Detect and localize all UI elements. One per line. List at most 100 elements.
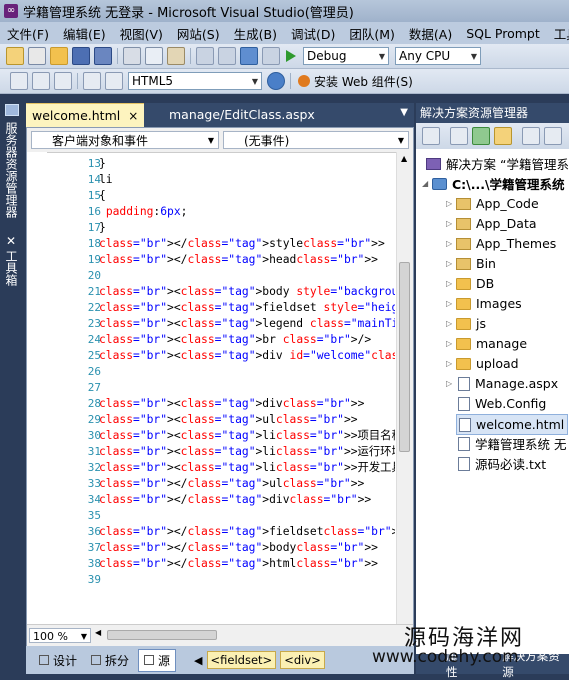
- menu-team[interactable]: 团队(M): [342, 24, 402, 43]
- server-explorer-tab[interactable]: 服务器资源管理器: [3, 122, 20, 218]
- collapsed-icon[interactable]: ▷: [446, 379, 456, 388]
- tree-item[interactable]: ▷ App_Code: [446, 194, 539, 213]
- tree-item[interactable]: ▷ Manage.aspx: [446, 374, 558, 393]
- indent-icon[interactable]: [32, 72, 50, 90]
- save-icon[interactable]: [72, 47, 90, 65]
- collapsed-icon[interactable]: ▷: [446, 299, 456, 308]
- zoom-select[interactable]: 100 % ▼: [29, 628, 91, 643]
- split-view-button[interactable]: 拆分: [86, 650, 134, 671]
- tree-item[interactable]: 源码必读.txt: [456, 454, 546, 473]
- tree-item[interactable]: ▷ Images: [446, 294, 522, 313]
- new-project-icon[interactable]: [6, 47, 24, 65]
- menu-debug[interactable]: 调试(D): [284, 24, 342, 43]
- show-all-files-icon[interactable]: [450, 127, 468, 145]
- scroll-thumb[interactable]: [399, 262, 410, 452]
- tab-welcome-html[interactable]: welcome.html ×: [26, 103, 145, 127]
- tree-item[interactable]: Web.Config: [456, 394, 546, 413]
- breadcrumb-fieldset[interactable]: <fieldset>: [206, 651, 277, 669]
- platform-select[interactable]: Any CPU ▼: [395, 47, 481, 65]
- nest-files-icon[interactable]: [494, 127, 512, 145]
- tree-item[interactable]: ▷ App_Themes: [446, 234, 556, 253]
- source-view-button[interactable]: 源: [138, 648, 177, 672]
- collapsed-icon[interactable]: ▷: [446, 339, 456, 348]
- properties-icon[interactable]: [422, 127, 440, 145]
- tree-item-label: manage: [476, 336, 528, 351]
- tree-item[interactable]: ▷ manage: [446, 334, 527, 353]
- menu-file[interactable]: 文件(F): [0, 24, 56, 43]
- tree-project[interactable]: ◢ C:\...\学籍管理系统: [422, 174, 565, 193]
- menu-tools[interactable]: 工具(T): [547, 24, 569, 43]
- refresh-icon[interactable]: [472, 127, 490, 145]
- collapsed-icon[interactable]: ▷: [446, 359, 456, 368]
- navigate-backward-icon[interactable]: [240, 47, 258, 65]
- close-icon[interactable]: ×: [128, 109, 138, 123]
- scroll-up-icon[interactable]: ▲: [401, 154, 407, 163]
- menu-view[interactable]: 视图(V): [113, 24, 170, 43]
- html-file-icon: [459, 417, 471, 432]
- expanded-icon[interactable]: ◢: [422, 179, 432, 188]
- undo-icon[interactable]: [196, 47, 214, 65]
- menu-data[interactable]: 数据(A): [402, 24, 459, 43]
- menu-sql-prompt[interactable]: SQL Prompt: [459, 26, 547, 41]
- platform-value: Any CPU: [399, 49, 451, 63]
- doctype-select[interactable]: HTML5 ▼: [128, 72, 262, 90]
- tree-item[interactable]: ▷ js: [446, 314, 486, 333]
- aspx-file-icon: [458, 376, 470, 391]
- collapsed-icon[interactable]: ▷: [446, 259, 456, 268]
- split-label: 拆分: [105, 653, 130, 668]
- outdent-icon[interactable]: [54, 72, 72, 90]
- folder-icon: [456, 317, 471, 330]
- tree-item[interactable]: ▷ Bin: [446, 254, 496, 273]
- view-code-icon[interactable]: [522, 127, 540, 145]
- tree-item[interactable]: ▷ App_Data: [446, 214, 537, 233]
- horizontal-scroll-thumb[interactable]: [107, 630, 217, 640]
- code-line: }: [99, 221, 106, 234]
- cut-icon[interactable]: [123, 47, 141, 65]
- scroll-left-icon[interactable]: ◀: [95, 628, 101, 637]
- format-icon[interactable]: [10, 72, 28, 90]
- open-file-icon[interactable]: [50, 47, 68, 65]
- events-select[interactable]: (无事件) ▼: [223, 131, 409, 149]
- chevron-down-icon: ▼: [470, 51, 477, 61]
- navigate-forward-icon[interactable]: [262, 47, 280, 65]
- breadcrumb-div[interactable]: <div>: [280, 651, 325, 669]
- paste-icon[interactable]: [167, 47, 185, 65]
- tree-item[interactable]: 学籍管理系统 无: [456, 434, 566, 453]
- add-item-icon[interactable]: [28, 47, 46, 65]
- configuration-select[interactable]: Debug ▼: [303, 47, 389, 65]
- tree-item-selected[interactable]: welcome.html: [456, 414, 569, 435]
- menu-website[interactable]: 网站(S): [170, 24, 227, 43]
- menu-build[interactable]: 生成(B): [227, 24, 284, 43]
- vertical-scrollbar[interactable]: ▲: [396, 152, 413, 624]
- tree-item[interactable]: ▷ DB: [446, 274, 494, 293]
- tree-item[interactable]: ▷ upload: [446, 354, 519, 373]
- collapsed-icon[interactable]: ▷: [446, 219, 456, 228]
- breadcrumb-left-icon[interactable]: ◀: [194, 654, 202, 667]
- tab-editclass-aspx[interactable]: manage/EditClass.aspx: [169, 107, 315, 122]
- collapsed-icon[interactable]: ▷: [446, 319, 456, 328]
- chevron-down-icon[interactable]: ▼: [400, 107, 408, 118]
- redo-icon[interactable]: [218, 47, 236, 65]
- validation-icon[interactable]: [267, 72, 285, 90]
- collapsed-icon[interactable]: ▷: [446, 199, 456, 208]
- line-number: 36: [87, 525, 101, 538]
- uncomment-icon[interactable]: [105, 72, 123, 90]
- tree-solution[interactable]: 解决方案 “学籍管理系统: [426, 154, 569, 173]
- collapsed-icon[interactable]: ▷: [446, 239, 456, 248]
- code-line: class="br"></class="tag">htmlclass="br">…: [99, 557, 378, 570]
- toolbar-separator: [117, 48, 118, 64]
- line-number: 32: [87, 461, 101, 474]
- toolbox-tab[interactable]: 工具箱: [3, 250, 20, 286]
- client-objects-select[interactable]: 客户端对象和事件 ▼: [31, 131, 219, 149]
- comment-icon[interactable]: [83, 72, 101, 90]
- design-view-button[interactable]: 设计: [34, 650, 82, 671]
- view-designer-icon[interactable]: [544, 127, 562, 145]
- code-text[interactable]: } li { padding:6px;} class="br"></class="ta…: [99, 156, 395, 588]
- save-all-icon[interactable]: [94, 47, 112, 65]
- copy-icon[interactable]: [145, 47, 163, 65]
- menu-edit[interactable]: 编辑(E): [56, 24, 113, 43]
- start-debugging-icon[interactable]: [286, 50, 296, 62]
- install-web-components-button[interactable]: 安装 Web 组件(S): [298, 73, 413, 90]
- collapsed-icon[interactable]: ▷: [446, 279, 456, 288]
